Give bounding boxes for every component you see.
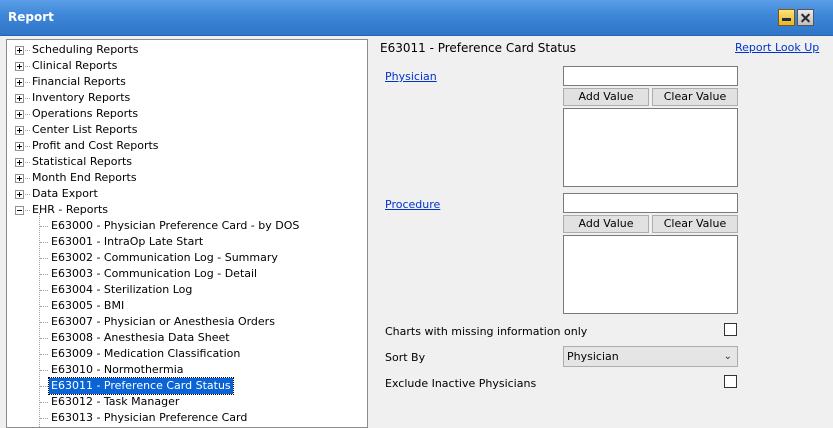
physician-add-value-button[interactable]: Add Value (563, 88, 649, 106)
tree-report-row[interactable]: E63005 - BMI (7, 298, 367, 314)
expand-icon[interactable] (15, 142, 24, 151)
tree-report-row[interactable]: E63004 - Sterilization Log (7, 282, 367, 298)
minimize-icon[interactable] (778, 9, 795, 26)
tree-report-row[interactable]: E63000 - Physician Preference Card - by … (7, 218, 367, 234)
tree-report-row[interactable]: E63011 - Preference Card Status (7, 377, 367, 395)
tree-category-label[interactable]: Data Export (30, 186, 100, 202)
expand-icon[interactable] (15, 110, 24, 119)
report-look-up-link[interactable]: Report Look Up (735, 41, 819, 54)
expand-icon[interactable] (15, 158, 24, 167)
tree-connector (40, 354, 48, 355)
tree-connector (40, 242, 48, 243)
report-tree[interactable]: Scheduling Reports Clinical Reports Financ… (6, 39, 368, 428)
tree-report-label[interactable]: E63010 - Normothermia (49, 362, 186, 378)
tree-connector (40, 290, 48, 291)
tree-category-row[interactable]: Operations Reports (7, 106, 367, 122)
expand-icon[interactable] (15, 190, 24, 199)
tree-connector (40, 386, 48, 387)
procedure-link[interactable]: Procedure (385, 198, 440, 211)
missing-info-label: Charts with missing information only (385, 325, 588, 338)
expand-icon[interactable] (15, 174, 24, 183)
tree-connector (40, 306, 48, 307)
tree-category-row[interactable]: Center List Reports (7, 122, 367, 138)
expand-icon[interactable] (15, 78, 24, 87)
tree-report-label[interactable]: E63013 - Physician Preference Card (49, 410, 249, 426)
tree-category-row[interactable]: Inventory Reports (7, 90, 367, 106)
tree-report-label[interactable]: E63003 - Communication Log - Detail (49, 266, 259, 282)
tree-connector (40, 402, 48, 403)
expand-icon[interactable] (15, 62, 24, 71)
physician-link[interactable]: Physician (385, 70, 437, 83)
tree-report-label[interactable]: E63004 - Sterilization Log (49, 282, 194, 298)
title-bar: Report (0, 0, 833, 36)
tree-report-row[interactable]: E63012 - Task Manager (7, 394, 367, 410)
sort-by-label: Sort By (385, 351, 426, 364)
tree-category-label[interactable]: Statistical Reports (30, 154, 134, 170)
tree-report-row[interactable]: E63009 - Medication Classification (7, 346, 367, 362)
tree-report-row[interactable]: E63002 - Communication Log - Summary (7, 250, 367, 266)
tree-report-label[interactable]: E63008 - Anesthesia Data Sheet (49, 330, 232, 346)
tree-connector (40, 418, 48, 419)
close-icon[interactable] (797, 9, 814, 26)
tree-report-row[interactable]: E63003 - Communication Log - Detail (7, 266, 367, 282)
report-parameters-panel: E63011 - Preference Card Status Report L… (373, 37, 833, 428)
report-title: E63011 - Preference Card Status (380, 41, 576, 55)
tree-report-label-selected[interactable]: E63011 - Preference Card Status (48, 377, 234, 395)
tree-report-row[interactable]: E63001 - IntraOp Late Start (7, 234, 367, 250)
tree-category-label[interactable]: Financial Reports (30, 74, 128, 90)
tree-report-row[interactable]: E63007 - Physician or Anesthesia Orders (7, 314, 367, 330)
tree-report-label[interactable]: E63012 - Task Manager (49, 394, 181, 410)
tree-category-row[interactable]: Clinical Reports (7, 58, 367, 74)
tree-category-row[interactable]: Statistical Reports (7, 154, 367, 170)
procedure-values-list[interactable] (563, 235, 738, 314)
tree-connector (40, 226, 48, 227)
expand-icon[interactable] (15, 46, 24, 55)
procedure-clear-value-button[interactable]: Clear Value (652, 215, 738, 233)
tree-connector (40, 338, 48, 339)
tree-category-row[interactable]: Data Export (7, 186, 367, 202)
expand-icon[interactable] (15, 94, 24, 103)
tree-category-row[interactable]: Financial Reports (7, 74, 367, 90)
tree-category-label[interactable]: Month End Reports (30, 170, 139, 186)
tree-connector (40, 258, 48, 259)
missing-info-checkbox[interactable] (724, 323, 737, 336)
procedure-add-value-button[interactable]: Add Value (563, 215, 649, 233)
tree-category-label[interactable]: Center List Reports (30, 122, 139, 138)
tree-category-label[interactable]: Clinical Reports (30, 58, 119, 74)
expand-icon[interactable] (15, 126, 24, 135)
tree-connector (40, 322, 48, 323)
tree-category-label[interactable]: Profit and Cost Reports (30, 138, 161, 154)
tree-report-row[interactable]: E63010 - Normothermia (7, 362, 367, 378)
sort-by-value: Physician (567, 350, 619, 363)
tree-category-row[interactable]: Scheduling Reports (7, 42, 367, 58)
window-title: Report (8, 10, 54, 24)
tree-report-row[interactable]: E63013 - Physician Preference Card (7, 410, 367, 426)
physician-input[interactable] (563, 66, 738, 86)
tree-report-label[interactable]: E63005 - BMI (49, 298, 126, 314)
exclude-inactive-label: Exclude Inactive Physicians (385, 377, 537, 390)
tree-report-label[interactable]: E63000 - Physician Preference Card - by … (49, 218, 301, 234)
procedure-input[interactable] (563, 193, 738, 213)
tree-category-label[interactable]: Operations Reports (30, 106, 140, 122)
tree-category-label[interactable]: EHR - Reports (30, 202, 110, 218)
physician-values-list[interactable] (563, 108, 738, 187)
tree-report-label[interactable]: E63009 - Medication Classification (49, 346, 242, 362)
tree-category-row[interactable]: EHR - Reports (7, 202, 367, 218)
exclude-inactive-checkbox[interactable] (724, 375, 737, 388)
collapse-icon[interactable] (15, 206, 24, 215)
tree-category-label[interactable]: Inventory Reports (30, 90, 132, 106)
tree-category-label[interactable]: Scheduling Reports (30, 42, 140, 58)
physician-clear-value-button[interactable]: Clear Value (652, 88, 738, 106)
tree-report-label[interactable]: E63002 - Communication Log - Summary (49, 250, 280, 266)
tree-category-row[interactable]: Profit and Cost Reports (7, 138, 367, 154)
tree-report-row[interactable]: E63008 - Anesthesia Data Sheet (7, 330, 367, 346)
chevron-down-icon: ⌄ (723, 351, 732, 362)
tree-connector (40, 274, 48, 275)
tree-report-label[interactable]: E63001 - IntraOp Late Start (49, 234, 205, 250)
tree-connector (40, 370, 48, 371)
tree-report-label[interactable]: E63007 - Physician or Anesthesia Orders (49, 314, 277, 330)
tree-category-row[interactable]: Month End Reports (7, 170, 367, 186)
sort-by-select[interactable]: Physician ⌄ (563, 346, 738, 367)
